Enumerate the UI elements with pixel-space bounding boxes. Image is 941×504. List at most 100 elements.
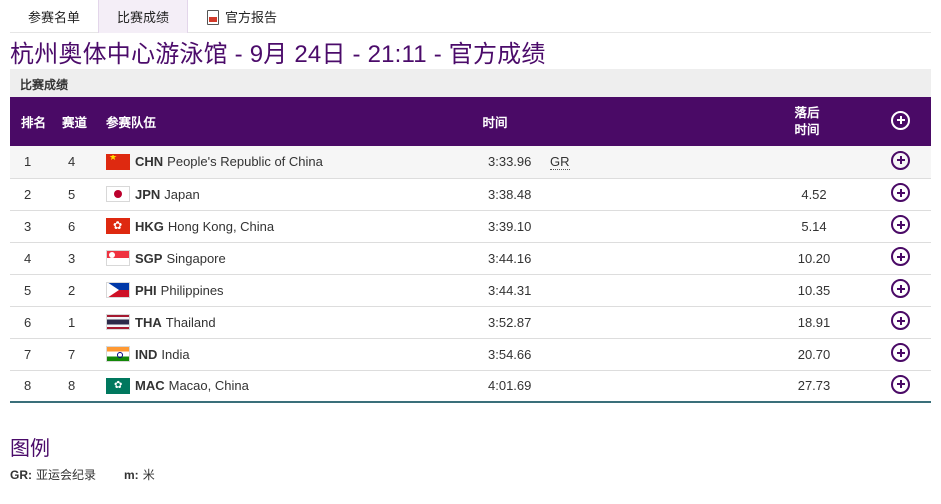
team-name: Singapore — [166, 250, 226, 266]
cell-record: GR — [544, 146, 744, 178]
expand-plus-icon[interactable] — [891, 279, 910, 298]
cell-expand — [870, 210, 931, 242]
table-row[interactable]: 4 3 SGP Singapore 3:44.16 10.20 — [10, 242, 931, 274]
cell-expand — [870, 178, 931, 210]
cell-record — [544, 242, 744, 274]
cell-lane: 8 — [68, 378, 76, 394]
expand-plus-icon[interactable] — [891, 183, 910, 202]
legend-key: GR: — [10, 468, 32, 482]
cell-team: THA Thailand — [106, 306, 446, 338]
team-name: People's Republic of China — [167, 154, 323, 170]
cell-record — [544, 178, 744, 210]
tab-results-label: 比赛成绩 — [117, 10, 170, 25]
record-abbr[interactable]: GR — [550, 154, 570, 171]
cell-rank: 1 — [24, 154, 32, 170]
flag-mac-icon — [106, 377, 130, 394]
team-code: IND — [135, 346, 158, 362]
legend-key: m: — [124, 468, 139, 482]
expand-plus-icon[interactable] — [891, 215, 910, 234]
legend-item-gr: GR: 亚运会纪录 — [10, 466, 96, 483]
table-row[interactable]: 7 7 IND India 3:54.66 20.70 — [10, 338, 931, 370]
cell-team: MACMacao, China — [106, 370, 446, 402]
header-time-behind: 落后 时间 — [744, 97, 870, 146]
table-row[interactable]: 8 8 MACMacao, China 4:01.69 27.73 — [10, 370, 931, 402]
legend-item-m: m: 米 — [124, 466, 155, 483]
team-code: HKG — [135, 218, 164, 234]
cell-record — [544, 274, 744, 306]
flag-ind-icon — [106, 346, 130, 362]
table-row[interactable]: 6 1 THA Thailand 3:52.87 18.91 — [10, 306, 931, 338]
cell-expand — [870, 338, 931, 370]
header-lane: 赛道 — [62, 116, 88, 130]
flag-chn-icon — [106, 153, 130, 170]
cell-record — [544, 210, 744, 242]
cell-time: 3:38.48 — [488, 186, 532, 202]
team-name: Hong Kong, China — [167, 218, 275, 234]
table-row[interactable]: 3 6 HKGHong Kong, China 3:39.10 5.14 — [10, 210, 931, 242]
expand-all-plus-icon[interactable] — [891, 110, 910, 130]
expand-plus-icon[interactable] — [891, 374, 910, 394]
header-team: 参赛队伍 — [106, 116, 157, 130]
header-record — [544, 97, 744, 146]
cell-record — [544, 306, 744, 338]
team-code: JPN — [135, 186, 161, 202]
cell-time: 3:44.16 — [488, 250, 532, 266]
tab-results[interactable]: 比赛成绩 — [98, 0, 189, 33]
cell-rank: 7 — [24, 346, 32, 362]
legend-value: 米 — [142, 468, 155, 482]
pdf-icon — [206, 9, 220, 25]
cell-time-behind: 27.73 — [797, 378, 831, 394]
tab-entry-list-label: 参赛名单 — [28, 10, 81, 25]
expand-plus-icon[interactable] — [891, 150, 910, 170]
cell-expand — [870, 370, 931, 402]
legend-value: 亚运会纪录 — [36, 468, 97, 482]
team-code: THA — [135, 314, 162, 330]
section-header: 比赛成绩 — [10, 69, 931, 97]
cell-team: JPN Japan — [106, 178, 446, 210]
team-code: SGP — [135, 250, 163, 266]
legend: GR: 亚运会纪录 m: 米 — [10, 466, 155, 483]
flag-hkg-icon — [106, 218, 130, 234]
cell-lane: 6 — [68, 218, 76, 234]
cell-time: 3:33.96 — [488, 154, 532, 170]
flag-jpn-icon — [106, 186, 130, 202]
tab-bar: 参赛名单 比赛成绩 官方报告 — [10, 0, 931, 33]
cell-time-behind — [744, 146, 870, 178]
expand-plus-icon[interactable] — [891, 311, 910, 330]
cell-rank: 3 — [24, 218, 32, 234]
expand-plus-icon[interactable] — [891, 247, 910, 266]
cell-record — [544, 338, 744, 370]
cell-rank: 2 — [24, 186, 32, 202]
tab-official-report-label: 官方报告 — [225, 10, 278, 25]
header-time-behind-line2: 时间 — [794, 122, 820, 137]
cell-time: 3:39.10 — [488, 218, 532, 234]
team-code: PHI — [135, 282, 157, 298]
header-expand-all — [870, 97, 931, 146]
expand-plus-icon[interactable] — [891, 343, 910, 362]
cell-lane: 3 — [68, 250, 76, 266]
cell-expand — [870, 306, 931, 338]
tab-official-report[interactable]: 官方报告 — [188, 0, 295, 33]
flag-phi-icon — [106, 282, 130, 298]
cell-team: CHNPeople's Republic of China — [106, 146, 446, 178]
cell-rank: 4 — [24, 250, 32, 266]
tab-entry-list[interactable]: 参赛名单 — [10, 0, 98, 33]
cell-time: 3:52.87 — [488, 314, 532, 330]
cell-team: HKGHong Kong, China — [106, 210, 446, 242]
cell-time: 4:01.69 — [488, 378, 532, 394]
cell-team: IND India — [106, 338, 446, 370]
cell-expand — [870, 146, 931, 178]
table-row[interactable]: 2 5 JPN Japan 3:38.48 4.52 — [10, 178, 931, 210]
cell-lane: 5 — [68, 186, 76, 202]
cell-lane: 1 — [68, 314, 76, 330]
header-time: 时间 — [482, 116, 508, 130]
cell-time-behind: 10.20 — [797, 250, 831, 266]
cell-lane: 2 — [68, 282, 76, 298]
table-row[interactable]: 5 2 PHI Philippines 3:44.31 10.35 — [10, 274, 931, 306]
cell-time: 3:54.66 — [488, 346, 532, 362]
table-row[interactable]: 1 4 CHNPeople's Republic of China 3:33.96 GR — [10, 146, 931, 178]
page-title: 杭州奥体中心游泳馆 - 9月 24日 - 21:11 - 官方成绩 — [10, 41, 546, 68]
cell-rank: 6 — [24, 314, 32, 330]
cell-time: 3:44.31 — [488, 282, 532, 298]
team-code: MAC — [135, 378, 165, 394]
